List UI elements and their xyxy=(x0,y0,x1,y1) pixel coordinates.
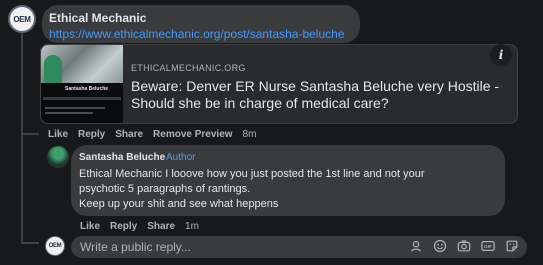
reply-author[interactable]: Santasha Beluche xyxy=(79,152,165,163)
emoji-icon[interactable] xyxy=(433,239,447,253)
link-preview-title[interactable]: Beware: Denver ER Nurse Santasha Beluche… xyxy=(131,78,501,112)
author-badge: Author xyxy=(166,152,196,163)
thumbnail-navbar xyxy=(43,97,121,100)
comment-link[interactable]: https://www.ethicalmechanic.org/post/san… xyxy=(49,27,345,41)
reply-text-line: Ethical Mechanic I looove how you just p… xyxy=(79,168,425,180)
composer-toolbar: GIF xyxy=(409,239,519,253)
reply-button[interactable]: Reply xyxy=(110,221,137,232)
svg-text:GIF: GIF xyxy=(484,244,492,250)
comment-bubble: Ethical Mechanic https://www.ethicalmech… xyxy=(42,5,360,43)
avatar[interactable]: OEM xyxy=(45,236,65,256)
remove-preview-button[interactable]: Remove Preview xyxy=(153,129,233,140)
reply-composer: GIF xyxy=(71,236,527,258)
reply-timestamp[interactable]: 1m xyxy=(185,221,199,232)
thread-connector xyxy=(21,133,39,135)
share-button[interactable]: Share xyxy=(115,129,143,140)
comment-author[interactable]: Ethical Mechanic xyxy=(49,11,146,25)
comment-timestamp[interactable]: 8m xyxy=(243,129,257,140)
thread-line xyxy=(21,31,23,244)
sticker-icon[interactable] xyxy=(505,239,519,253)
reply-button[interactable]: Reply xyxy=(78,129,105,140)
info-icon[interactable]: i xyxy=(490,44,512,66)
reply-text-line: psychotic 5 paragraphs of rantings. xyxy=(79,183,251,195)
avatar-text: OEM xyxy=(13,14,31,24)
like-button[interactable]: Like xyxy=(48,129,68,140)
reply-actions: Like Reply Share 1m xyxy=(80,221,199,232)
reply-input[interactable] xyxy=(80,239,400,255)
info-label: i xyxy=(498,48,504,62)
avatar[interactable]: OEM xyxy=(8,5,36,33)
thumbnail-text-line xyxy=(45,107,105,109)
link-preview-card[interactable]: Santasha Beluche ETHICALMECHANIC.ORG Bew… xyxy=(40,44,518,124)
link-preview-domain: ETHICALMECHANIC.ORG xyxy=(131,63,246,73)
camera-icon[interactable] xyxy=(457,239,471,253)
thumbnail-profile-photo xyxy=(44,55,62,83)
reply-text-line: Keep up your shit and see what heppens xyxy=(79,198,279,210)
reply-bubble: Santasha Beluche Author Ethical Mechanic… xyxy=(71,145,505,216)
thumbnail-text-line xyxy=(45,112,93,114)
avatar[interactable] xyxy=(47,146,69,168)
thread-connector xyxy=(21,242,39,244)
avatar-text: OEM xyxy=(48,243,62,249)
avatar-sticker-icon[interactable] xyxy=(409,239,423,253)
reply-text: Ethical Mechanic I looove how you just p… xyxy=(79,167,499,212)
gif-icon[interactable]: GIF xyxy=(481,239,495,253)
thumbnail-name: Santasha Beluche xyxy=(65,86,109,92)
like-button[interactable]: Like xyxy=(80,221,100,232)
link-preview-thumbnail: Santasha Beluche xyxy=(41,45,123,123)
comment-actions: Like Reply Share Remove Preview 8m xyxy=(48,129,256,140)
share-button[interactable]: Share xyxy=(147,221,175,232)
